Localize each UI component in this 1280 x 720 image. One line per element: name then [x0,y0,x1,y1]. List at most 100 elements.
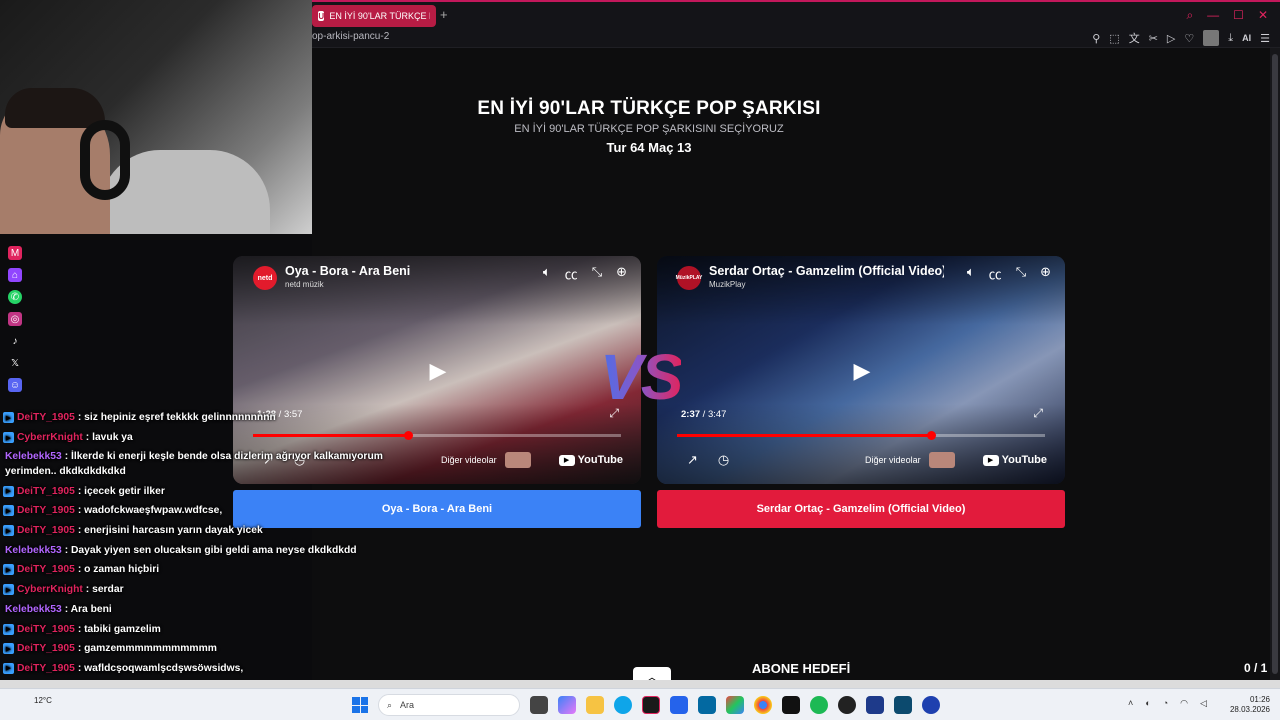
new-tab-button[interactable]: + [440,7,448,22]
app-icon-4[interactable] [922,696,940,714]
chat-username[interactable]: DeiTY_1905 [17,412,75,423]
menu-icon[interactable]: ☰ [1260,32,1270,45]
progress-knob[interactable] [926,431,936,440]
store-icon[interactable] [670,696,688,714]
more-videos-label[interactable]: Diğer videolar [865,455,921,465]
vote-button-right[interactable]: Serdar Ortaç - Gamzelim (Official Video) [657,490,1065,528]
youtube-logo[interactable]: ▶ YouTube [982,454,1047,466]
file-explorer-icon[interactable] [586,696,604,714]
browser-tab[interactable]: U EN İYİ 90'LAR TÜRKÇE POP ŞARKISI [312,5,436,27]
minimize-player-icon[interactable]: ⤡ [592,264,602,283]
play-icon[interactable]: ▶ [423,356,453,386]
video-channel[interactable]: netd müzik [285,280,324,289]
video-channel[interactable]: MuzikPlay [709,280,745,289]
screenshot-icon[interactable]: ⬚ [1109,32,1119,45]
more-videos-thumbnail[interactable] [504,452,531,468]
twitch-icon[interactable]: ⌂ [8,268,22,282]
discord-icon[interactable]: ☺ [8,378,22,392]
instagram-icon[interactable]: ◎ [8,312,22,326]
chat-message: Kelebekk53: İlkerde ki enerji keşle bend… [0,447,420,481]
chat-username[interactable]: DeiTY_1905 [17,643,75,654]
chat-username[interactable]: Kelebekk53 [5,451,62,462]
copilot-icon[interactable] [558,696,576,714]
zoom-icon[interactable]: ⊕ [1040,264,1051,283]
chat-message: ▶ DeiTY_1905: gamzemmmmmmmmmmm [0,639,420,659]
chat-username[interactable]: CyberrKnight [17,584,83,595]
chat-message: ▶ DeiTY_1905: wafldcşoqwamlşcdşwsöwsidws, [0,659,420,679]
download-icon[interactable]: ⤓ [1228,32,1233,45]
vpn-icon[interactable]: ◐ [1145,698,1150,709]
search-icon[interactable]: ⌕ [1186,8,1193,23]
tiktok-icon[interactable]: ♪ [8,334,22,348]
watch-later-icon[interactable]: ◷ [718,452,729,468]
task-view-icon[interactable] [530,696,548,714]
captions-icon[interactable]: ㏄ [565,264,578,283]
volume-icon[interactable]: 🔈︎ [543,264,551,283]
progress-bar[interactable] [677,431,1045,440]
minimize-player-icon[interactable]: ⤡ [1016,264,1026,283]
url-text[interactable]: op-arkisi-pancu-2 [312,31,389,42]
system-tray: ˄ ◐ ◔ ◠ ◁ [1128,698,1207,709]
weather-widget[interactable]: 12°C [34,696,52,705]
translate-icon[interactable]: 文 [1129,30,1140,46]
outlook-icon[interactable] [698,696,716,714]
x-icon[interactable]: 𝕏 [8,356,22,370]
heart-icon[interactable]: ♡ [1184,32,1194,45]
horizontal-scrollbar[interactable] [0,680,1280,688]
chat-username[interactable]: CyberrKnight [17,432,83,443]
sound-icon[interactable]: ◁ [1200,698,1207,709]
edge-icon[interactable] [614,696,632,714]
avatar[interactable] [1203,30,1220,46]
browser-app-icon[interactable] [642,696,660,714]
video-title[interactable]: Serdar Ortaç - Gamzelim (Official Video) [709,264,944,278]
app-icon-3[interactable] [894,696,912,714]
wifi-icon[interactable]: ◠ [1180,698,1188,709]
reader-icon[interactable]: ✂ [1149,32,1158,45]
maximize-icon[interactable]: ☐ [1233,8,1244,23]
chat-username[interactable]: Kelebekk53 [5,545,62,556]
channel-logo[interactable]: netd [253,266,277,290]
more-videos-label[interactable]: Diğer videolar [441,455,497,465]
brand-icon[interactable]: M [8,246,22,260]
taskbar-clock[interactable]: 01:26 28.03.2026 [1228,695,1270,715]
chrome-icon[interactable] [754,696,772,714]
app-icon[interactable] [726,696,744,714]
whatsapp-icon[interactable]: ✆ [8,290,22,304]
vertical-scrollbar[interactable] [1270,48,1280,688]
volume-icon[interactable]: 🔈︎ [967,264,975,283]
taskbar-search[interactable]: ⌕ Ara [378,694,520,716]
captions-icon[interactable]: ㏄ [989,264,1002,283]
ai-button[interactable]: AI [1242,33,1251,43]
windows-start-icon[interactable] [352,697,368,713]
chat-message: ▶ DeiTY_1905: enerjisini harcasın yarın d… [0,521,420,541]
chat-username[interactable]: DeiTY_1905 [17,525,75,536]
chat-username[interactable]: DeiTY_1905 [17,624,75,635]
chat-username[interactable]: DeiTY_1905 [17,486,75,497]
chevron-up-icon[interactable]: ˄ [1128,698,1133,709]
video-title[interactable]: Oya - Bora - Ara Beni [285,264,505,278]
app-icon-2[interactable] [866,696,884,714]
pin-icon[interactable]: ⚲ [1092,32,1100,45]
fullscreen-icon[interactable]: ⤢ [1033,406,1043,421]
chat-username[interactable]: DeiTY_1905 [17,663,75,674]
close-icon[interactable]: ✕ [1258,8,1268,23]
tab-favicon-icon: U [318,11,325,21]
chat-username[interactable]: DeiTY_1905 [17,505,75,516]
chat-username[interactable]: Kelebekk53 [5,604,62,615]
capcut-icon[interactable] [782,696,800,714]
youtube-logo[interactable]: ▶ YouTube [558,454,623,466]
channel-logo[interactable]: MüzikPLAY [676,266,702,290]
spotify-icon[interactable] [810,696,828,714]
obs-icon[interactable] [838,696,856,714]
video-player-right[interactable]: MüzikPLAY Serdar Ortaç - Gamzelim (Offic… [657,256,1065,484]
chat-message: Kelebekk53: Ara beni [0,600,420,620]
network-icon[interactable]: ◔ [1163,698,1168,709]
share-icon[interactable]: ↗ [687,452,698,468]
play-icon[interactable]: ▶ [847,356,877,386]
zoom-icon[interactable]: ⊕ [616,264,627,283]
chat-username[interactable]: DeiTY_1905 [17,564,75,575]
scrollbar-thumb[interactable] [1272,54,1278,674]
more-videos-thumbnail[interactable] [928,452,955,468]
minimize-icon[interactable]: — [1207,8,1219,23]
play-icon[interactable]: ▷ [1167,32,1175,45]
